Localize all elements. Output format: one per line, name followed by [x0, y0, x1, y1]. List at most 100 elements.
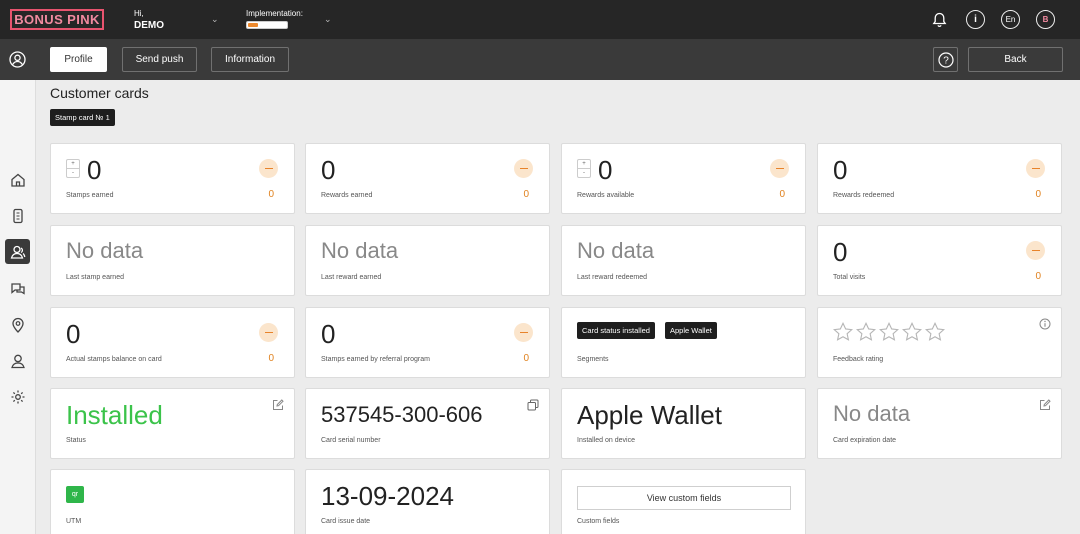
info-icon[interactable]: i: [966, 10, 985, 29]
tab-stamp-card[interactable]: Stamp card № 1: [50, 109, 115, 126]
rewards-available-side-value: 0: [779, 189, 785, 200]
minus-icon[interactable]: [514, 323, 533, 342]
edit-icon[interactable]: [272, 398, 284, 410]
rewards-earned-value: 0: [321, 155, 336, 185]
serial-value: 537545-300-606: [321, 402, 483, 427]
last-stamp-label: Last stamp earned: [66, 274, 124, 281]
info-icon[interactable]: [1039, 317, 1051, 330]
user-icon[interactable]: [5, 348, 30, 373]
issue-date-label: Card issue date: [321, 518, 371, 525]
issue-date-value: 13-09-2024: [321, 481, 454, 511]
mobile-icon[interactable]: [5, 203, 30, 228]
stamps-earned-value: 0: [87, 155, 102, 185]
avatar[interactable]: B: [1036, 10, 1055, 29]
card-rewards-earned: 0 Rewards earned 0: [305, 143, 550, 214]
minus-icon[interactable]: [514, 159, 533, 178]
rewards-redeemed-side-value: 0: [1035, 189, 1041, 200]
card-serial: 537545-300-606 Card serial number: [305, 388, 550, 459]
minus-icon[interactable]: [259, 159, 278, 178]
card-last-redeemed: No data Last reward redeemed: [561, 225, 806, 296]
last-reward-value: No data: [321, 238, 399, 263]
actual-stamps-side-value: 0: [268, 353, 274, 364]
rewards-redeemed-value: 0: [833, 155, 848, 185]
bell-icon[interactable]: [930, 10, 949, 29]
utm-label: UTM: [66, 518, 82, 525]
segment-tag[interactable]: Card status installed: [577, 322, 655, 339]
expiration-value: No data: [833, 401, 911, 426]
rewards-available-value: 0: [598, 155, 613, 185]
rewards-available-label: Rewards available: [577, 192, 635, 199]
minus-icon[interactable]: [1026, 159, 1045, 178]
minus-icon[interactable]: [770, 159, 789, 178]
actual-stamps-label: Actual stamps balance on card: [66, 356, 162, 363]
status-label: Status: [66, 437, 86, 444]
rewards-earned-label: Rewards earned: [321, 192, 373, 199]
actual-stamps-value: 0: [66, 319, 81, 349]
minus-icon[interactable]: [259, 323, 278, 342]
stamps-stepper[interactable]: + -: [66, 159, 80, 178]
brand-logo[interactable]: BONUS PINK: [10, 9, 104, 30]
total-visits-value: 0: [833, 237, 848, 267]
feedback-stars: [832, 321, 946, 343]
stepper-plus[interactable]: +: [578, 160, 590, 169]
tab-profile[interactable]: Profile: [50, 47, 107, 72]
card-stamps-earned: + - 0 Stamps earned 0: [50, 143, 295, 214]
star-icon[interactable]: [901, 321, 923, 343]
last-stamp-value: No data: [66, 238, 144, 263]
send-push-button[interactable]: Send push: [122, 47, 197, 72]
custom-fields-label: Custom fields: [577, 518, 620, 525]
feedback-label: Feedback rating: [833, 356, 884, 363]
customers-icon[interactable]: [5, 239, 30, 264]
chat-icon[interactable]: [5, 276, 30, 301]
referral-stamps-label: Stamps earned by referral program: [321, 356, 430, 363]
segment-tag[interactable]: Apple Wallet: [665, 322, 717, 339]
sidebar: [0, 80, 36, 534]
card-expiration: No data Card expiration date: [817, 388, 1062, 459]
last-reward-label: Last reward earned: [321, 274, 382, 281]
star-icon[interactable]: [855, 321, 877, 343]
implementation-chevron-icon[interactable]: ⌄: [324, 14, 332, 25]
account-icon[interactable]: [9, 51, 26, 73]
star-icon[interactable]: [832, 321, 854, 343]
help-icon[interactable]: ?: [933, 47, 958, 72]
copy-icon[interactable]: [527, 398, 539, 411]
implementation-progress-fill: [248, 23, 258, 27]
utm-badge[interactable]: qr: [66, 486, 84, 503]
star-icon[interactable]: [924, 321, 946, 343]
location-icon[interactable]: [5, 312, 30, 337]
home-icon[interactable]: [5, 167, 30, 192]
back-button[interactable]: Back: [968, 47, 1063, 72]
card-device: Apple Wallet Installed on device: [561, 388, 806, 459]
edit-icon[interactable]: [1039, 398, 1051, 410]
view-custom-fields-button[interactable]: View custom fields: [577, 486, 791, 510]
star-icon[interactable]: [878, 321, 900, 343]
card-last-reward: No data Last reward earned: [305, 225, 550, 296]
information-button[interactable]: Information: [211, 47, 289, 72]
last-redeemed-value: No data: [577, 238, 655, 263]
page-title: Customer cards: [50, 85, 149, 101]
referral-stamps-value: 0: [321, 319, 336, 349]
card-referral-stamps: 0 Stamps earned by referral program 0: [305, 307, 550, 378]
card-last-stamp: No data Last stamp earned: [50, 225, 295, 296]
rewards-redeemed-label: Rewards redeemed: [833, 192, 895, 199]
user-name: DEMO: [134, 20, 164, 31]
rewards-earned-side-value: 0: [523, 189, 529, 200]
total-visits-label: Total visits: [833, 274, 866, 281]
card-custom-fields: View custom fields Custom fields: [561, 469, 806, 534]
minus-icon[interactable]: [1026, 241, 1045, 260]
settings-icon[interactable]: [5, 384, 30, 409]
stepper-minus[interactable]: -: [67, 169, 79, 177]
language-selector[interactable]: En: [1001, 10, 1020, 29]
stepper-plus[interactable]: +: [67, 160, 79, 169]
nav-bar: Profile Send push Information ? Back: [0, 39, 1080, 80]
expiration-label: Card expiration date: [833, 437, 897, 444]
card-segments: Card status installed Apple Wallet Segme…: [561, 307, 806, 378]
rewards-stepper[interactable]: + -: [577, 159, 591, 178]
device-label: Installed on device: [577, 437, 635, 444]
serial-label: Card serial number: [321, 437, 381, 444]
user-menu-chevron-icon[interactable]: ⌄: [211, 14, 219, 25]
status-value: Installed: [66, 400, 163, 430]
stepper-minus[interactable]: -: [578, 169, 590, 177]
svg-text:?: ?: [943, 55, 949, 66]
referral-stamps-side-value: 0: [523, 353, 529, 364]
